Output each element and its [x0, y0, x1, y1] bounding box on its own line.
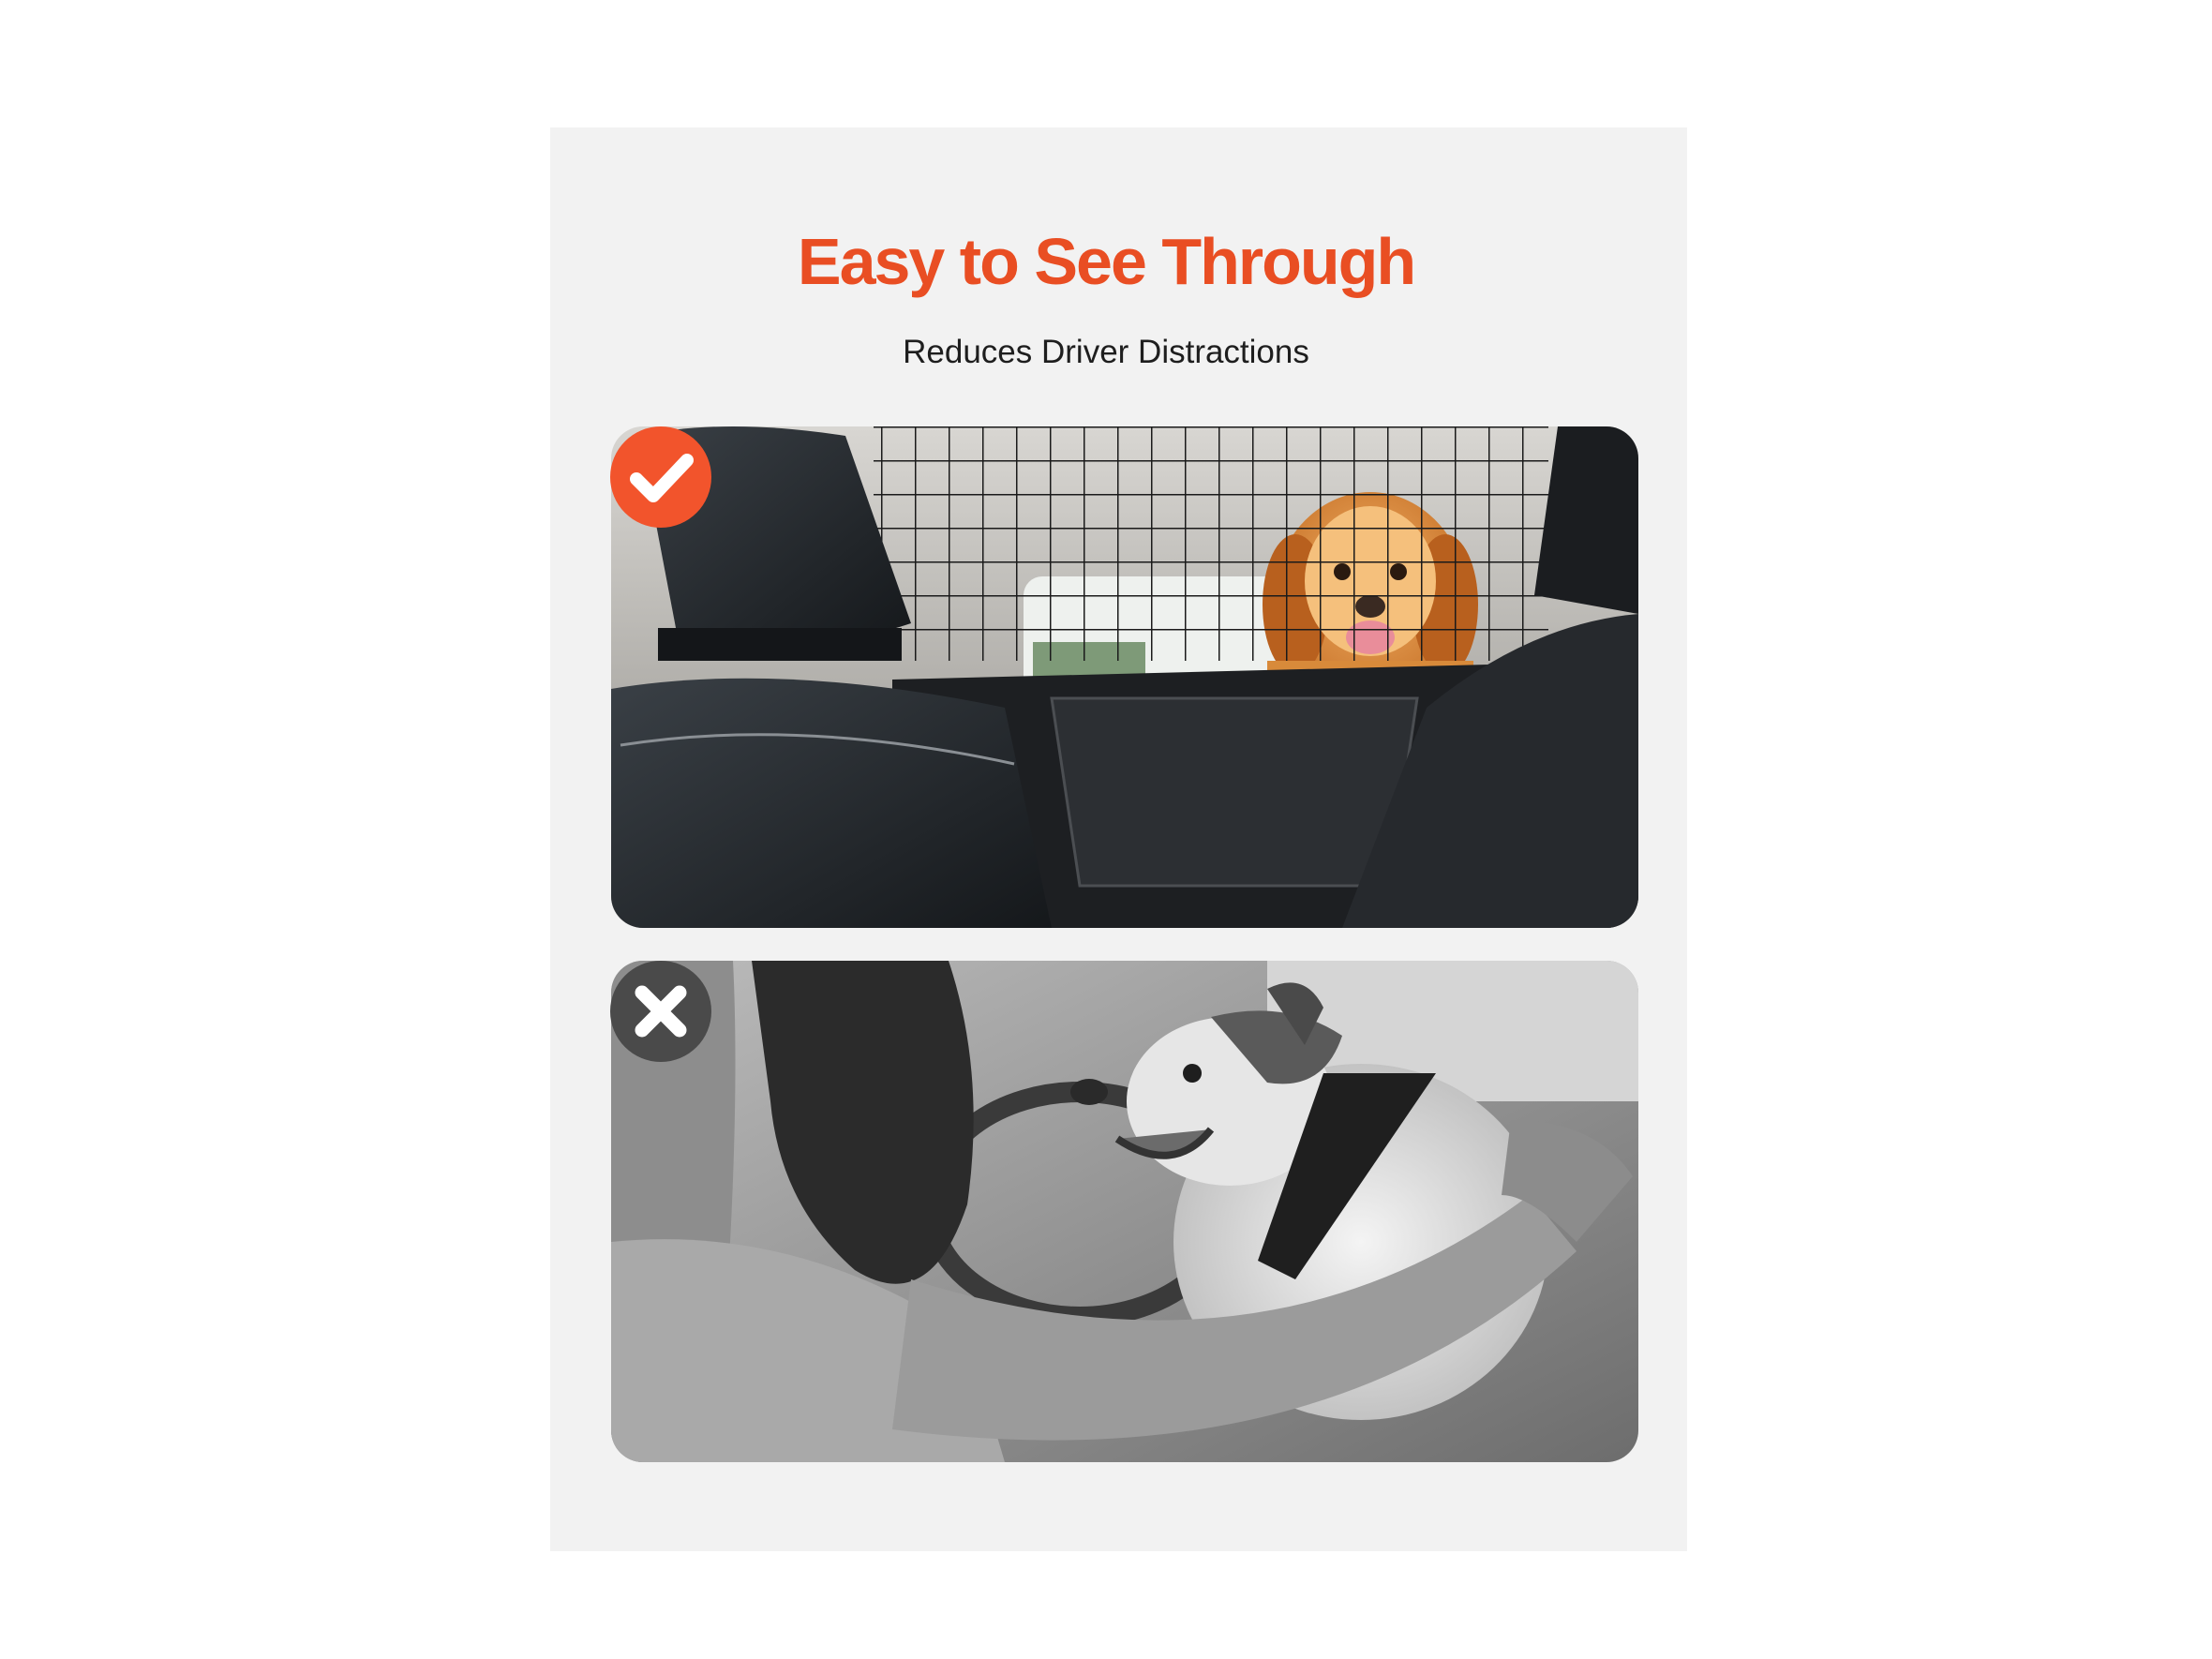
cross-badge: [610, 961, 711, 1062]
seat-left: [611, 678, 1052, 928]
check-icon: [630, 454, 694, 502]
page-subtitle: Reduces Driver Distractions: [903, 334, 1309, 370]
barrier-scene: [611, 426, 1638, 928]
dog-behind-barrier-photo: [611, 426, 1638, 928]
mesh-barrier: [874, 426, 1548, 661]
check-badge: [610, 426, 711, 528]
page-title: Easy to See Through: [797, 225, 1416, 298]
distraction-scene: [611, 961, 1638, 1462]
cross-icon: [635, 985, 687, 1038]
dog-on-driver-lap-photo: [611, 961, 1638, 1462]
